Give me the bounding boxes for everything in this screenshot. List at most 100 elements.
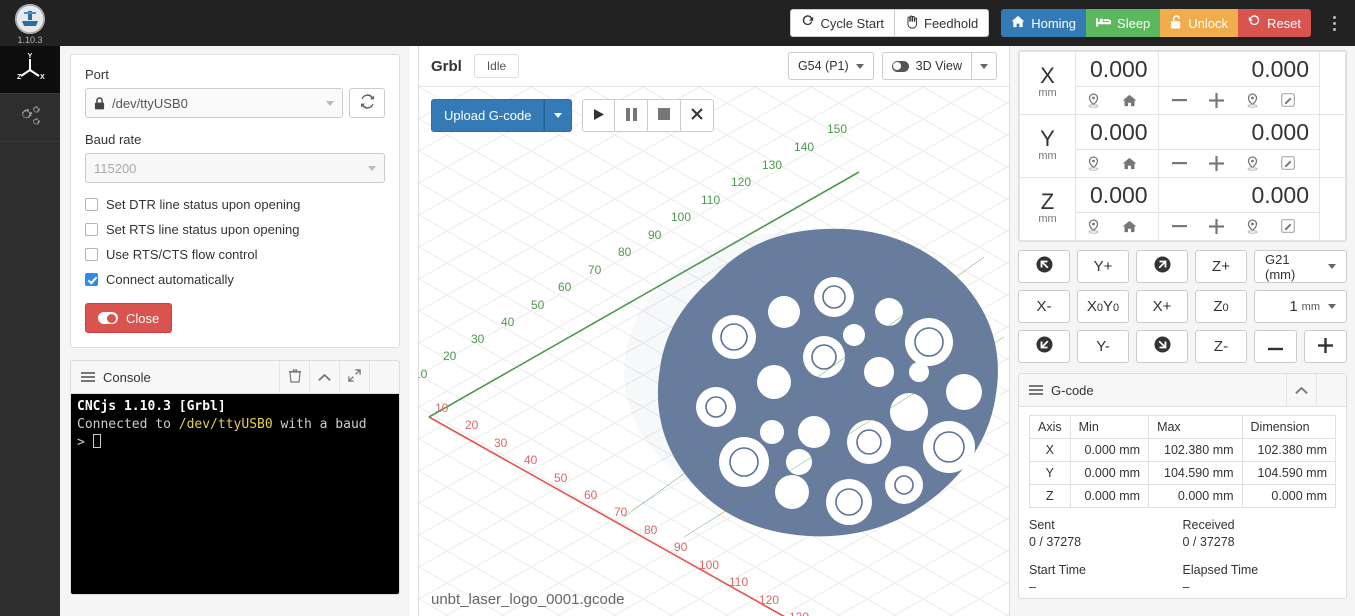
edit-icon[interactable] bbox=[1281, 219, 1296, 233]
port-select[interactable]: /dev/ttyUSB0 bbox=[85, 88, 343, 118]
unlock-button[interactable]: Unlock bbox=[1160, 9, 1239, 37]
increase-step-button[interactable] bbox=[1304, 330, 1347, 363]
checkbox-connect-automatically[interactable]: Connect automatically bbox=[85, 272, 385, 287]
view-mode-dropdown[interactable] bbox=[971, 52, 997, 80]
jog-x-plus-button[interactable]: X+ bbox=[1136, 290, 1188, 323]
chevron-down-icon bbox=[1328, 304, 1336, 309]
checkbox-box bbox=[85, 273, 98, 286]
home-icon[interactable] bbox=[1122, 157, 1137, 170]
rail-item-settings[interactable] bbox=[0, 94, 60, 142]
jog-z-minus-button[interactable]: Z- bbox=[1195, 330, 1247, 363]
gcode-viewport[interactable]: 150 140 130 120 110 100 90 80 70 60 50 4… bbox=[419, 87, 1009, 616]
table-row: Y 0.000 mm 104.590 mm 104.590 mm bbox=[1029, 461, 1337, 485]
refresh-ports-button[interactable] bbox=[349, 88, 385, 118]
plus-icon[interactable] bbox=[1209, 155, 1225, 171]
console-line-2: Connected to /dev/ttyUSB0 with a baud bbox=[77, 417, 367, 432]
map-marker-icon[interactable] bbox=[1246, 218, 1259, 234]
x-tick-80: 80 bbox=[644, 523, 658, 537]
plus-icon[interactable] bbox=[1209, 218, 1225, 234]
step-size-select[interactable]: 1 mm bbox=[1254, 290, 1347, 323]
decrease-step-button[interactable] bbox=[1254, 330, 1297, 363]
axis-row-y: Y mm 0.000 0.000 bbox=[1019, 114, 1346, 178]
hamburger-icon[interactable] bbox=[1029, 385, 1043, 395]
console-terminal[interactable]: CNCjs 1.10.3 [Grbl] Connected to /dev/tt… bbox=[71, 394, 399, 594]
cycle-start-button[interactable]: Cycle Start bbox=[790, 9, 896, 37]
jog-y-plus-button[interactable]: Y+ bbox=[1077, 250, 1129, 283]
collapse-console-button[interactable] bbox=[309, 361, 339, 394]
home-icon[interactable] bbox=[1122, 94, 1137, 107]
stop-button[interactable] bbox=[648, 99, 682, 132]
navbar-overflow-menu[interactable] bbox=[1319, 6, 1349, 40]
checkbox-rts-cts[interactable]: Use RTS/CTS flow control bbox=[85, 247, 385, 262]
homing-button[interactable]: Homing bbox=[1001, 9, 1087, 37]
plus-icon[interactable] bbox=[1209, 92, 1225, 108]
gcode-overflow-menu[interactable] bbox=[1316, 374, 1346, 407]
pause-button[interactable] bbox=[615, 99, 649, 132]
controller-name: Grbl bbox=[431, 57, 462, 75]
minus-icon[interactable] bbox=[1172, 161, 1188, 165]
sleep-button[interactable]: Sleep bbox=[1086, 9, 1161, 37]
minus-icon[interactable] bbox=[1172, 98, 1188, 102]
collapse-gcode-button[interactable] bbox=[1286, 374, 1316, 407]
close-file-button[interactable] bbox=[681, 99, 715, 132]
run-button[interactable] bbox=[582, 99, 616, 132]
console-title: Console bbox=[103, 369, 151, 385]
console-line-1: CNCjs 1.10.3 [Grbl] bbox=[77, 399, 226, 414]
stat-sent: Sent 0 / 37278 Start Time – bbox=[1029, 518, 1183, 594]
axis-machine-pos-x: 0.000 bbox=[1075, 51, 1159, 87]
reset-button[interactable]: Reset bbox=[1238, 9, 1311, 37]
clear-console-button[interactable] bbox=[279, 361, 309, 394]
jog-zero-xy-button[interactable]: X0Y0 bbox=[1077, 290, 1129, 323]
y-tick-70: 70 bbox=[588, 263, 602, 277]
checkbox-box bbox=[85, 198, 98, 211]
jog-down-left-button[interactable] bbox=[1018, 330, 1070, 363]
map-marker-icon[interactable] bbox=[1087, 218, 1100, 234]
jog-x-minus-button[interactable]: X- bbox=[1018, 290, 1070, 323]
view-mode-toggle[interactable]: 3D View bbox=[881, 52, 971, 80]
axis-unit: mm bbox=[1038, 86, 1057, 99]
refresh-icon bbox=[360, 94, 375, 112]
machine-button-group: Homing Sleep Unlock Reset bbox=[1001, 9, 1311, 37]
close-connection-button[interactable]: Close bbox=[85, 303, 173, 333]
checkbox-set-dtr[interactable]: Set DTR line status upon opening bbox=[85, 197, 385, 212]
x-tick-120: 120 bbox=[759, 593, 780, 607]
upload-gcode-dropdown[interactable] bbox=[544, 99, 573, 132]
jog-y-minus-button[interactable]: Y- bbox=[1077, 330, 1129, 363]
edit-icon[interactable] bbox=[1281, 156, 1296, 170]
power-toggle-icon bbox=[98, 312, 118, 324]
checkbox-set-rts[interactable]: Set RTS line status upon opening bbox=[85, 222, 385, 237]
feedhold-button[interactable]: Feedhold bbox=[895, 9, 990, 37]
jog-up-left-button[interactable] bbox=[1018, 250, 1070, 283]
axis-menu-y[interactable] bbox=[1319, 114, 1346, 178]
map-marker-icon[interactable] bbox=[1246, 92, 1259, 108]
checkbox-label: Set DTR line status upon opening bbox=[106, 197, 301, 212]
expand-console-button[interactable] bbox=[339, 361, 369, 394]
cell-axis: X bbox=[1029, 438, 1071, 462]
map-marker-icon[interactable] bbox=[1246, 155, 1259, 171]
jog-zero-z-button[interactable]: Z0 bbox=[1195, 290, 1247, 323]
wcs-select[interactable]: G54 (P1) bbox=[787, 52, 874, 80]
axis-menu-z[interactable] bbox=[1319, 177, 1346, 241]
left-nav-rail: Y Z X bbox=[0, 46, 60, 616]
rail-item-axes[interactable]: Y Z X bbox=[0, 46, 60, 94]
jog-up-right-button[interactable] bbox=[1136, 250, 1188, 283]
minus-icon[interactable] bbox=[1172, 224, 1188, 228]
app-brand[interactable]: 1.10.3 bbox=[0, 0, 60, 46]
app-version: 1.10.3 bbox=[17, 34, 43, 45]
axis-left-actions-z bbox=[1075, 212, 1159, 241]
jog-z-plus-button[interactable]: Z+ bbox=[1195, 250, 1247, 283]
edit-icon[interactable] bbox=[1281, 93, 1296, 107]
home-icon[interactable] bbox=[1122, 220, 1137, 233]
axis-menu-x[interactable] bbox=[1319, 51, 1346, 115]
baud-select[interactable]: 115200 bbox=[85, 153, 385, 183]
upload-gcode-button[interactable]: Upload G-code bbox=[431, 99, 545, 132]
map-marker-icon[interactable] bbox=[1087, 92, 1100, 108]
navbar-actions: Cycle Start Feedhold Homing Sleep Unlock… bbox=[790, 6, 1355, 40]
map-marker-icon[interactable] bbox=[1087, 155, 1100, 171]
hamburger-icon[interactable] bbox=[81, 372, 95, 382]
units-select[interactable]: G21 (mm) bbox=[1254, 250, 1347, 283]
console-overflow-menu[interactable] bbox=[369, 361, 399, 394]
stat-received: Received 0 / 37278 Elapsed Time – bbox=[1183, 518, 1337, 594]
received-value: 0 / 37278 bbox=[1182, 535, 1235, 549]
jog-down-right-button[interactable] bbox=[1136, 330, 1188, 363]
